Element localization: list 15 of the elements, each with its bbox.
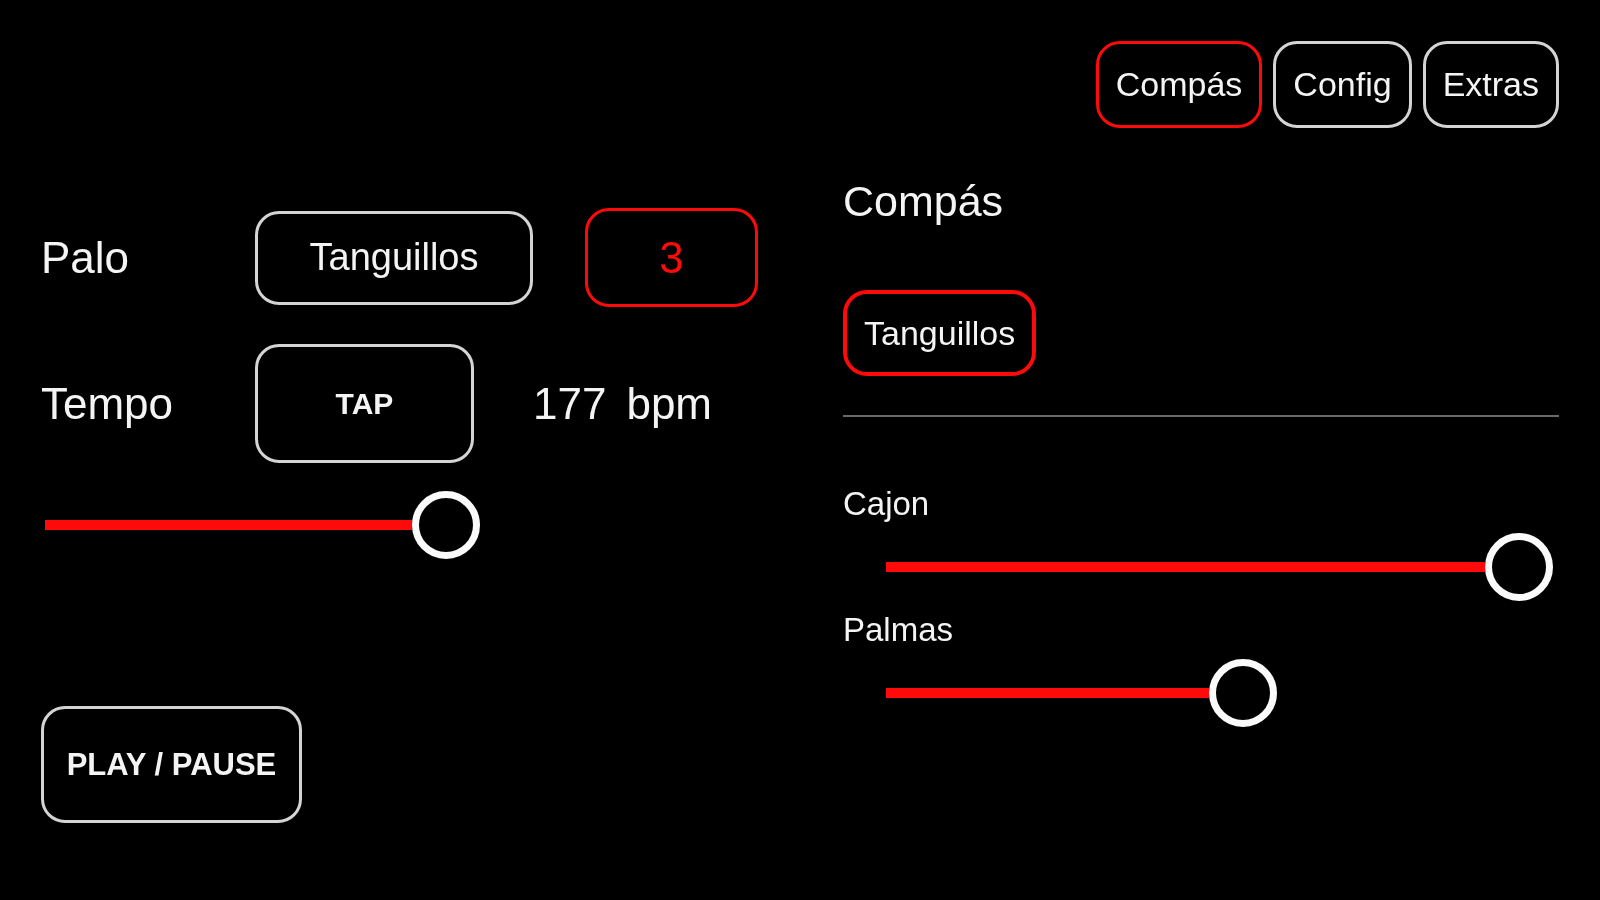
tempo-value: 177 xyxy=(533,378,607,429)
tap-button[interactable]: TAP xyxy=(255,344,474,463)
tab[interactable]: Config xyxy=(1273,41,1412,128)
palo-option[interactable]: Tanguillos xyxy=(843,290,1037,376)
slider-label: Cajon xyxy=(843,485,930,523)
slider-label: Palmas xyxy=(843,611,954,649)
field-label: Palo xyxy=(41,232,131,283)
tempo-unit: bpm xyxy=(626,378,712,429)
tab[interactable]: Compás xyxy=(1095,41,1263,128)
section-title: Compás xyxy=(843,176,1004,226)
field-label: Tempo xyxy=(41,378,175,429)
palo-select-button[interactable]: Tanguillos xyxy=(255,210,533,305)
beat-counter: 3 xyxy=(585,208,758,307)
play-pause-button[interactable]: PLAY / PAUSE xyxy=(41,706,302,823)
tab[interactable]: Extras xyxy=(1422,41,1559,128)
